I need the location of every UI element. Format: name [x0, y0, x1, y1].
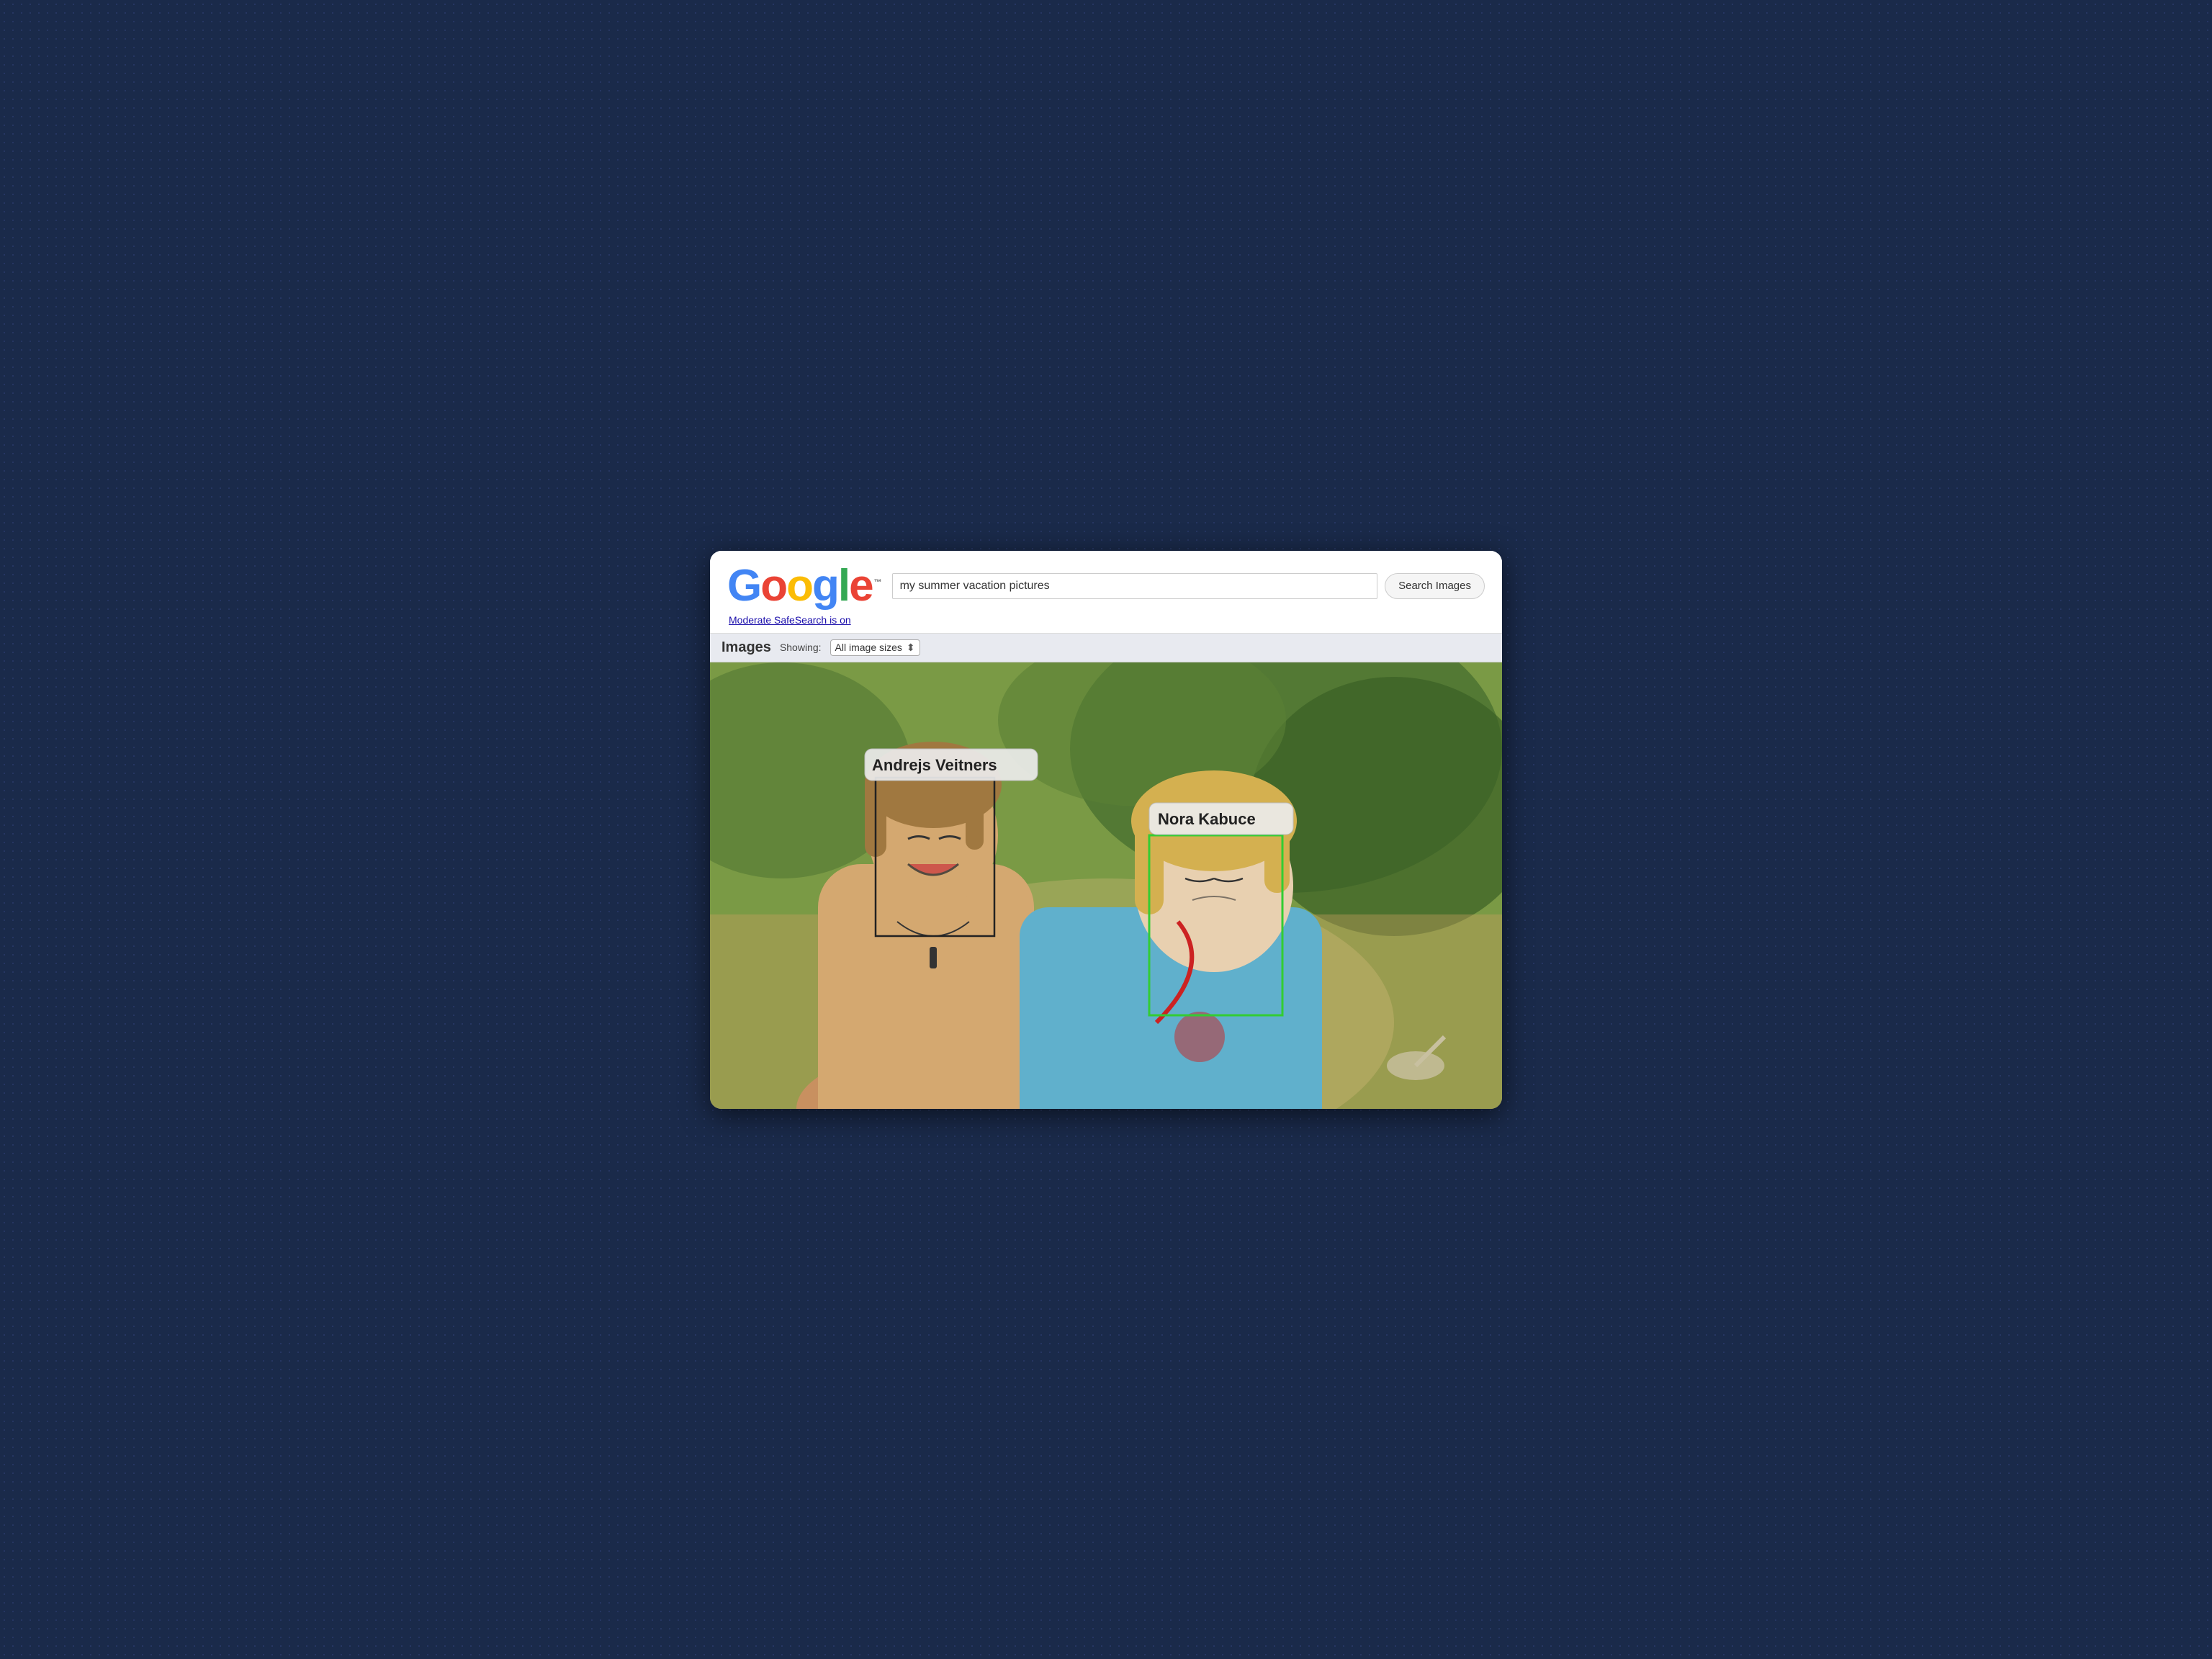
svg-text:Andrejs Veitners: Andrejs Veitners — [872, 756, 997, 774]
logo-letter-g: G — [727, 561, 760, 611]
safesearch-row: Moderate SafeSearch is on — [727, 614, 1485, 626]
google-logo: Google™ — [727, 564, 881, 608]
header-area: Google™ Search Images Moderate SafeSearc… — [710, 551, 1502, 626]
photo-background: Andrejs Veitners Nora Kabuce — [710, 662, 1502, 1109]
browser-window: Google™ Search Images Moderate SafeSearc… — [710, 551, 1502, 1109]
logo-letter-e: e — [849, 561, 872, 611]
images-label: Images — [721, 639, 771, 656]
logo-letter-o1: o — [760, 561, 786, 611]
search-row: Search Images — [892, 573, 1485, 599]
search-images-button[interactable]: Search Images — [1385, 573, 1485, 599]
logo-tm: ™ — [874, 578, 881, 587]
size-filter-arrow-icon: ⬍ — [907, 642, 915, 654]
logo-letter-o2: o — [786, 561, 812, 611]
search-input[interactable] — [892, 573, 1378, 599]
svg-text:Nora Kabuce: Nora Kabuce — [1158, 810, 1256, 828]
size-filter-text: All image sizes — [835, 642, 902, 653]
logo-letter-g2: g — [812, 561, 838, 611]
top-row: Google™ Search Images — [727, 564, 1485, 608]
photo-svg: Andrejs Veitners Nora Kabuce — [710, 662, 1502, 1109]
logo-letter-l: l — [838, 561, 849, 611]
size-filter-select[interactable]: All image sizes ⬍ — [830, 639, 920, 656]
safesearch-link[interactable]: Moderate SafeSearch is on — [727, 614, 1485, 626]
images-bar: Images Showing: All image sizes ⬍ — [710, 634, 1502, 662]
image-container: Andrejs Veitners Nora Kabuce — [710, 662, 1502, 1109]
showing-label: Showing: — [780, 642, 822, 653]
